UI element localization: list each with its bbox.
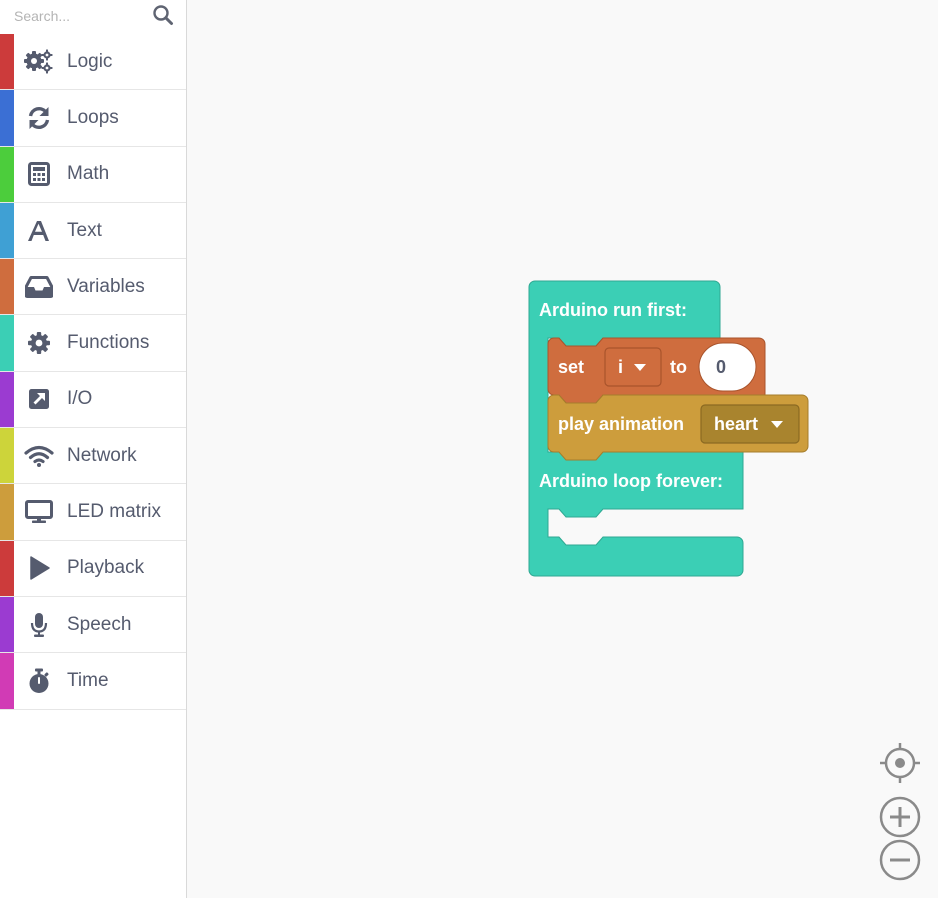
to-label: to xyxy=(670,357,687,377)
number-value: 0 xyxy=(716,357,726,377)
category-label: LED matrix xyxy=(67,501,161,523)
category-color-stripe xyxy=(0,596,14,653)
zoom-in-icon xyxy=(879,796,921,838)
category-label: I/O xyxy=(67,388,93,410)
category-network[interactable]: Network xyxy=(0,428,186,485)
category-playback[interactable]: Playback xyxy=(0,540,186,597)
category-label: Time xyxy=(67,669,109,691)
category-io[interactable]: I/O xyxy=(0,371,186,429)
refresh-icon xyxy=(24,103,54,133)
search-icon[interactable] xyxy=(152,4,174,26)
search-bar xyxy=(0,0,186,34)
category-color-stripe xyxy=(0,34,14,90)
category-color-stripe xyxy=(0,653,14,709)
font-icon xyxy=(24,216,54,246)
zoom-out-button[interactable] xyxy=(879,839,921,886)
wifi-icon xyxy=(24,441,54,471)
run-first-label: Arduino run first: xyxy=(539,300,687,320)
blocks-workspace[interactable]: Arduino run first: Arduino loop forever:… xyxy=(188,0,938,898)
category-functions[interactable]: Functions xyxy=(0,315,186,372)
category-speech[interactable]: Speech xyxy=(0,596,186,654)
category-label: Functions xyxy=(67,332,150,354)
variable-name: i xyxy=(618,357,623,377)
category-math[interactable]: Math xyxy=(0,146,186,203)
category-color-stripe xyxy=(0,540,14,596)
category-label: Logic xyxy=(67,50,113,72)
category-label: Playback xyxy=(67,557,145,579)
category-color-stripe xyxy=(0,259,14,315)
category-label: Text xyxy=(67,219,102,241)
category-logic[interactable]: Logic xyxy=(0,34,186,91)
stopwatch-icon xyxy=(24,666,54,696)
recenter-icon xyxy=(880,743,920,783)
external-link-icon xyxy=(24,384,54,414)
category-label: Math xyxy=(67,163,110,185)
category-color-stripe xyxy=(0,146,14,202)
category-color-stripe xyxy=(0,484,14,540)
category-color-stripe xyxy=(0,371,14,428)
category-label: Speech xyxy=(67,613,132,635)
toolbox: Logic Loops xyxy=(0,0,187,898)
search-input[interactable] xyxy=(0,0,150,32)
category-time[interactable]: Time xyxy=(0,653,186,710)
monitor-icon xyxy=(24,497,54,527)
set-variable-block[interactable]: set i to 0 xyxy=(547,337,766,404)
microphone-icon xyxy=(24,610,54,640)
number-input[interactable]: 0 xyxy=(698,342,757,392)
loop-forever-label: Arduino loop forever: xyxy=(539,471,723,491)
category-text[interactable]: Text xyxy=(0,202,186,260)
category-label: Variables xyxy=(67,275,145,297)
category-variables[interactable]: Variables xyxy=(0,259,186,316)
animation-name: heart xyxy=(714,414,758,434)
category-color-stripe xyxy=(0,428,14,484)
play-icon xyxy=(24,553,54,583)
recenter-button[interactable] xyxy=(879,742,921,789)
category-label: Loops xyxy=(67,106,119,128)
variable-dropdown[interactable]: i xyxy=(604,347,662,387)
zoom-in-button[interactable] xyxy=(879,796,921,843)
category-color-stripe xyxy=(0,90,14,146)
zoom-out-icon xyxy=(879,839,921,881)
animation-dropdown[interactable]: heart xyxy=(700,404,800,444)
play-animation-label: play animation xyxy=(558,414,684,434)
set-label: set xyxy=(558,357,584,377)
inbox-icon xyxy=(24,272,54,302)
category-loops[interactable]: Loops xyxy=(0,90,186,147)
play-animation-block[interactable]: play animation heart xyxy=(547,394,809,461)
category-led-matrix[interactable]: LED matrix xyxy=(0,484,186,541)
calculator-icon xyxy=(24,159,54,189)
gears-icon xyxy=(24,47,54,77)
category-label: Network xyxy=(67,444,137,466)
category-color-stripe xyxy=(0,315,14,371)
category-color-stripe xyxy=(0,202,14,259)
gear-icon xyxy=(24,328,54,358)
